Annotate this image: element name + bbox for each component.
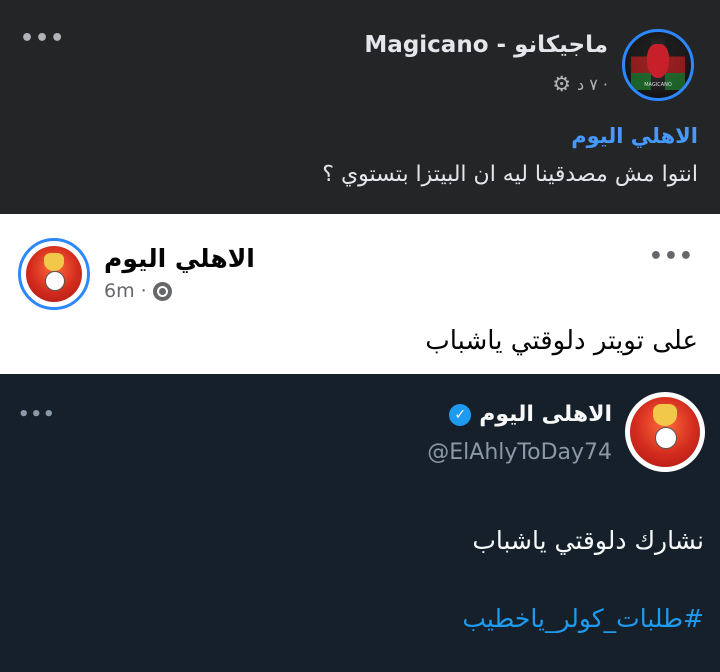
post-more-options-icon[interactable]: ••• [20,26,65,51]
tweet-more-options-icon[interactable]: ••• [18,404,56,425]
tweet-avatar[interactable] [625,392,705,472]
shared-post-time[interactable]: 6m [104,280,135,302]
shared-more-options-icon[interactable]: ••• [649,244,694,269]
tweet-hashtag[interactable]: #طلبات_كولر_ياخطيب [462,604,704,633]
avatar-emblem [647,44,669,78]
post-message: انتوا مش مصدقينا ليه ان البيتزا بتستوي ؟ [322,162,698,187]
tweet-avatar-ball [655,427,677,449]
post-author-name[interactable]: Magicano - ماجيكانو [364,32,608,58]
verified-badge-icon: ✓ [449,403,472,426]
tweet-display-name[interactable]: الاهلى اليوم [479,402,612,427]
shared-page-name[interactable]: الاهلي اليوم [104,244,255,273]
tweet-avatar-trophy [653,404,677,426]
post-time[interactable]: ٧ د · [577,75,608,94]
shared-post-message: على تويتر دلوقتي ياشباب [425,326,698,356]
gear-icon: ⚙ [552,72,572,96]
page-avatar[interactable] [18,238,90,310]
globe-icon [152,281,172,301]
tweet-name-row: ✓ الاهلى اليوم [449,402,612,427]
tweet-handle[interactable]: @ElAhlyToDay74 [427,440,612,465]
post-meta: ⚙ ٧ د · [552,72,608,96]
author-avatar[interactable]: MAGICANO [622,29,694,101]
meta-separator: · [140,280,147,302]
tweet-screenshot: ••• ✓ الاهلى اليوم @ElAhlyToDay74 نشارك … [0,374,720,672]
avatar-ball [45,271,65,291]
avatar-trophy [44,253,64,271]
shared-post-card[interactable]: الاهلي اليوم 6m · ••• على تويتر دلوقتي ي… [0,214,720,374]
tweet-text: نشارك دلوقتي ياشباب [472,526,704,555]
avatar-caption: MAGICANO [644,82,672,88]
shared-page-link[interactable]: الاهلي اليوم [571,124,698,148]
facebook-post: ••• MAGICANO Magicano - ماجيكانو ⚙ ٧ د ·… [0,0,720,212]
shared-post-meta: 6m · [104,280,172,302]
